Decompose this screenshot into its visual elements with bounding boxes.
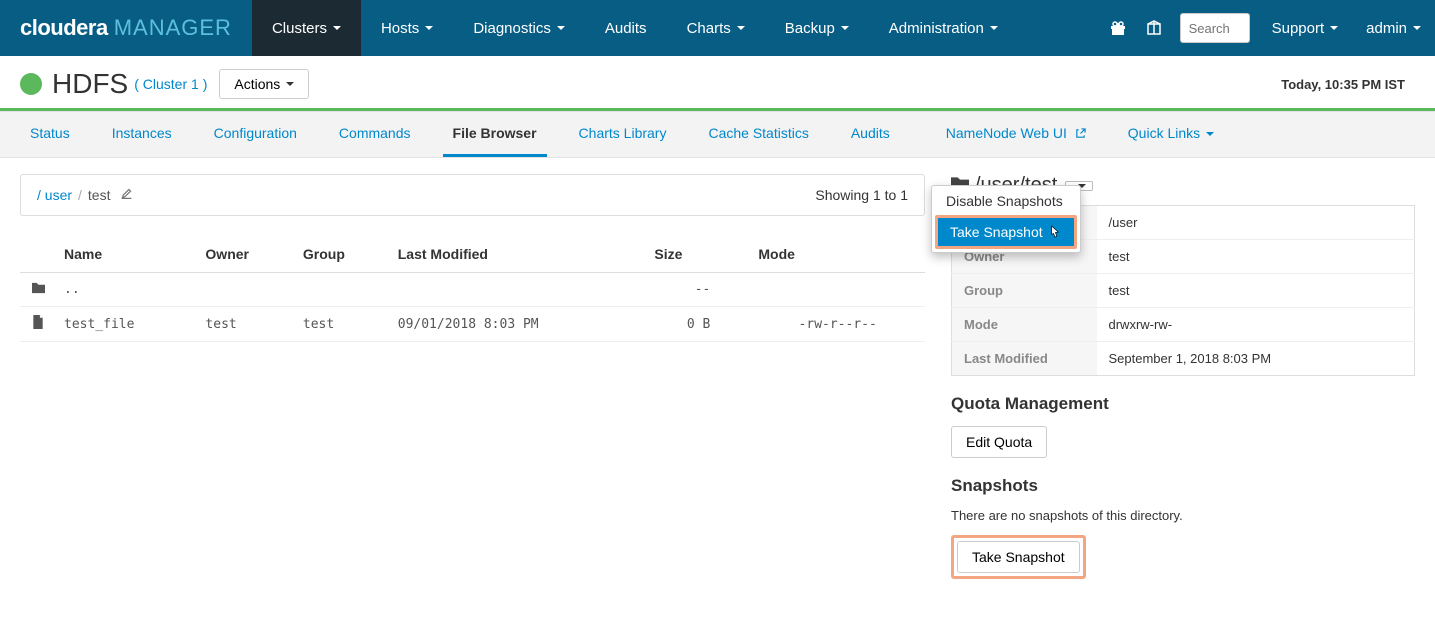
- detail-group: test: [1097, 274, 1415, 308]
- file-icon: [20, 307, 56, 342]
- nav-admin[interactable]: admin: [1352, 20, 1435, 37]
- caret-down-icon: [1330, 26, 1338, 30]
- navbar-right: Support admin: [1100, 0, 1435, 56]
- edit-quota-button[interactable]: Edit Quota: [951, 426, 1047, 458]
- caret-down-icon: [333, 26, 341, 30]
- parcel-icon[interactable]: [1136, 20, 1172, 36]
- service-title: HDFS: [52, 68, 128, 100]
- content: / user / test Showing 1 to 1 Name Owner …: [0, 158, 1435, 595]
- detail-owner: test: [1097, 240, 1415, 274]
- cursor-pointer-icon: [1048, 225, 1062, 239]
- page-timestamp: Today, 10:35 PM IST: [1281, 77, 1415, 92]
- file-name: ..: [56, 273, 197, 307]
- menu-take-snapshot[interactable]: Take Snapshot: [938, 218, 1074, 246]
- gift-icon[interactable]: [1100, 20, 1136, 36]
- table-row[interactable]: test_file test test 09/01/2018 8:03 PM 0…: [20, 307, 925, 342]
- menu-disable-snapshots[interactable]: Disable Snapshots: [932, 186, 1080, 216]
- showing-count: Showing 1 to 1: [815, 187, 908, 203]
- cluster-link[interactable]: ( Cluster 1 ): [134, 76, 207, 92]
- file-browser-panel: / user / test Showing 1 to 1 Name Owner …: [20, 174, 925, 579]
- folder-icon: [20, 273, 56, 307]
- breadcrumb-current: test: [88, 187, 111, 203]
- take-snapshot-highlight: Take Snapshot: [951, 535, 1086, 579]
- directory-dropdown-menu: Disable Snapshots Take Snapshot: [931, 185, 1081, 253]
- nav-charts[interactable]: Charts: [667, 0, 765, 56]
- quota-heading: Quota Management: [951, 394, 1415, 414]
- brand-logo[interactable]: cloudera MANAGER: [0, 0, 252, 56]
- breadcrumb-separator: /: [78, 187, 82, 203]
- nav-audits[interactable]: Audits: [585, 0, 667, 56]
- tab-charts-library[interactable]: Charts Library: [569, 112, 677, 157]
- external-link-icon: [1075, 128, 1086, 139]
- top-navbar: cloudera MANAGER Clusters Hosts Diagnost…: [0, 0, 1435, 56]
- table-header-row: Name Owner Group Last Modified Size Mode: [20, 236, 925, 273]
- col-last-modified[interactable]: Last Modified: [390, 236, 647, 273]
- caret-down-icon: [1413, 26, 1421, 30]
- menu-take-snapshot-highlight: Take Snapshot: [935, 215, 1077, 249]
- status-indicator-icon: [20, 73, 42, 95]
- brand-sub: MANAGER: [114, 15, 232, 41]
- snapshots-empty-text: There are no snapshots of this directory…: [951, 508, 1415, 523]
- edit-path-icon[interactable]: [120, 187, 133, 203]
- tabs-bar: Status Instances Configuration Commands …: [0, 111, 1435, 158]
- col-mode[interactable]: Mode: [718, 236, 925, 273]
- tab-audits[interactable]: Audits: [841, 112, 900, 157]
- nav-support[interactable]: Support: [1258, 20, 1353, 37]
- file-name: test_file: [56, 307, 197, 342]
- col-name[interactable]: Name: [56, 236, 197, 273]
- actions-button[interactable]: Actions: [219, 69, 309, 99]
- caret-down-icon: [841, 26, 849, 30]
- snapshots-heading: Snapshots: [951, 476, 1415, 496]
- breadcrumb-panel: / user / test Showing 1 to 1: [20, 174, 925, 216]
- caret-down-icon: [557, 26, 565, 30]
- take-snapshot-button[interactable]: Take Snapshot: [957, 541, 1080, 573]
- detail-mode: drwxrw-rw-: [1097, 308, 1415, 342]
- caret-down-icon: [737, 26, 745, 30]
- tab-commands[interactable]: Commands: [329, 112, 421, 157]
- search-box: [1180, 13, 1250, 43]
- nav-backup[interactable]: Backup: [765, 0, 869, 56]
- details-panel: /user/test Disable Snapshots Take Snapsh…: [951, 174, 1415, 579]
- breadcrumb-user[interactable]: user: [45, 187, 72, 203]
- search-input[interactable]: [1180, 13, 1250, 43]
- caret-down-icon: [990, 26, 998, 30]
- tab-namenode-web-ui[interactable]: NameNode Web UI: [936, 112, 1096, 157]
- nav-administration[interactable]: Administration: [869, 0, 1018, 56]
- tab-cache-statistics[interactable]: Cache Statistics: [698, 112, 818, 157]
- nav-clusters[interactable]: Clusters: [252, 0, 361, 56]
- tab-instances[interactable]: Instances: [102, 112, 182, 157]
- detail-parent: /user: [1097, 206, 1415, 240]
- nav-hosts[interactable]: Hosts: [361, 0, 453, 56]
- tab-quick-links[interactable]: Quick Links: [1118, 112, 1224, 157]
- tab-file-browser[interactable]: File Browser: [443, 112, 547, 157]
- nav-diagnostics[interactable]: Diagnostics: [453, 0, 585, 56]
- caret-down-icon: [286, 82, 294, 86]
- tab-status[interactable]: Status: [20, 112, 80, 157]
- caret-down-icon: [1206, 132, 1214, 136]
- col-owner[interactable]: Owner: [197, 236, 294, 273]
- files-table: Name Owner Group Last Modified Size Mode…: [20, 236, 925, 342]
- service-header: HDFS ( Cluster 1 ) Actions Today, 10:35 …: [0, 56, 1435, 108]
- tab-configuration[interactable]: Configuration: [204, 112, 307, 157]
- detail-last-modified: September 1, 2018 8:03 PM: [1097, 342, 1415, 376]
- col-group[interactable]: Group: [295, 236, 390, 273]
- caret-down-icon: [425, 26, 433, 30]
- brand-name: cloudera: [20, 15, 108, 41]
- table-row[interactable]: .. --: [20, 273, 925, 307]
- col-size[interactable]: Size: [646, 236, 718, 273]
